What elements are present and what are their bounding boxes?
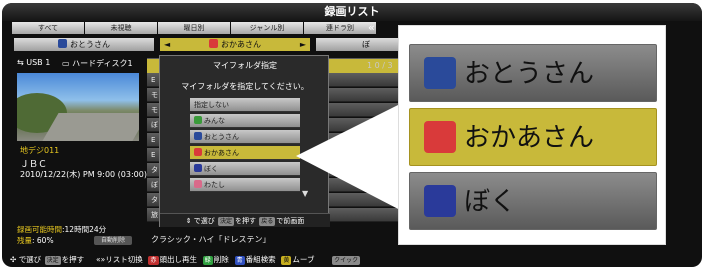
folder-option[interactable]: おとうさん xyxy=(190,130,300,144)
bottom-select: で選び xyxy=(18,255,42,264)
folder-option[interactable]: ぼく xyxy=(190,162,300,176)
green-key: 緑 xyxy=(202,256,213,265)
folder-option[interactable]: おかあさん xyxy=(190,146,300,160)
hint-enter-key: 決定 xyxy=(218,217,235,226)
tab-series[interactable]: 連ドラ別 xyxy=(304,22,376,34)
folder-option-label: わたし xyxy=(204,181,225,189)
zoom-row-label: ぼく xyxy=(464,187,517,217)
folder-current-label: おかあさん xyxy=(221,40,261,49)
mother-icon xyxy=(194,148,202,156)
father-icon xyxy=(58,39,67,48)
zoom-row: おとうさん xyxy=(409,44,657,102)
red-key: 赤 xyxy=(148,256,159,265)
zoom-row: おかあさん xyxy=(409,108,657,166)
my-folder-dialog: マイフォルダ指定 マイフォルダを指定してください。 指定しないみんなおとうさんお… xyxy=(159,55,330,227)
dialog-hint: ⇕ で選び 決定 を押す 戻る で前画面 xyxy=(160,213,330,227)
program-thumbnail xyxy=(17,73,139,141)
folder-option-label: みんな xyxy=(204,117,225,125)
switch-icon: «» xyxy=(96,255,106,264)
zoom-panel: おとうさんおかあさんぼく xyxy=(398,25,666,245)
frame: 録画リスト すべて 未視聴 曜日別 ジャンル別 連ドラ別 « おとうさん ◄ お… xyxy=(0,0,704,270)
zoom-row-label: おとうさん xyxy=(464,59,595,89)
folder-option[interactable]: わたし xyxy=(190,178,300,192)
hint-back-text: で前画面 xyxy=(276,217,305,225)
tab-unwatched[interactable]: 未視聴 xyxy=(85,22,157,34)
father-icon xyxy=(194,132,202,140)
updown-icon: ⇕ xyxy=(185,217,192,225)
hint-enter-text: を押す xyxy=(235,217,257,225)
scroll-down-icon[interactable]: ▼ xyxy=(302,189,308,198)
list-item-classic[interactable]: クラシック・ハイ「ドレステン」 xyxy=(151,234,271,245)
zoom-row: ぼく xyxy=(409,172,657,230)
girl-icon xyxy=(194,180,202,188)
yellow-key: 黄 xyxy=(281,256,292,265)
quick-key: クイック xyxy=(332,256,361,265)
bottom-enter-text: を押す xyxy=(61,255,85,264)
tab-bar: すべて 未視聴 曜日別 ジャンル別 連ドラ別 xyxy=(12,22,377,34)
hdd-label: ▭ ハードディスク1 xyxy=(62,59,133,68)
mother-icon xyxy=(209,39,218,48)
folder-next-icon[interactable]: ► xyxy=(300,38,306,51)
page-indicator: 1 0 / 3 xyxy=(367,61,393,70)
mother-icon xyxy=(424,121,456,153)
channel-label: 地デジ011 xyxy=(20,146,60,155)
tab-genre[interactable]: ジャンル別 xyxy=(231,22,303,34)
yellow-text: ムーブ xyxy=(292,255,315,264)
hint-back-key: 戻る xyxy=(259,217,276,226)
airdate-label: 2010/12/22(木) PM 9:00 (03:00) xyxy=(20,170,147,179)
auto-delete-badge: 自動削除 xyxy=(94,236,132,245)
blue-key: 青 xyxy=(234,256,245,265)
family-icon xyxy=(194,116,202,124)
blue-text: 番組検索 xyxy=(245,255,276,264)
boy-icon xyxy=(424,185,456,217)
dialog-title: マイフォルダ指定 xyxy=(213,61,277,70)
tab-weekday[interactable]: 曜日別 xyxy=(158,22,230,34)
folder-left[interactable]: おとうさん xyxy=(14,38,154,51)
bottom-switch: リスト切換 xyxy=(105,255,143,264)
usb-text: USB 1 xyxy=(26,58,51,67)
hdd-text: ハードディスク1 xyxy=(72,59,133,68)
remaining-percent: 残量: 60% xyxy=(17,235,54,246)
dpad-icon: ✣ xyxy=(10,255,17,264)
bottom-hint-bar: ✣ で選び 決定 を押す «»リスト切換 赤頭出し再生 緑削除 青番組検索 黄ムー… xyxy=(10,255,610,265)
red-text: 頭出し再生 xyxy=(159,255,198,264)
dialog-message: マイフォルダを指定してください。 xyxy=(181,82,309,91)
remaining-pct-value: : 60% xyxy=(32,236,54,245)
remaining-time-label: 録画可能時間 xyxy=(17,225,62,234)
folder-left-label: おとうさん xyxy=(70,40,110,49)
folder-option-label: ぼく xyxy=(204,165,218,173)
zoom-row-label: おかあさん xyxy=(464,123,595,153)
page-title: 録画リスト xyxy=(2,3,702,21)
remaining-time: 録画可能時間:12時間24分 xyxy=(17,224,106,235)
remaining-pct-label: 残量 xyxy=(17,236,32,245)
folder-option-label: 指定しない xyxy=(194,101,229,109)
folder-option[interactable]: 指定しない xyxy=(190,98,300,112)
folder-bar: おとうさん ◄ おかあさん ► ぼ xyxy=(14,38,416,51)
usb-label: ⇆ USB 1 xyxy=(17,58,51,67)
folder-option-label: おとうさん xyxy=(204,133,239,141)
tab-all[interactable]: すべて xyxy=(12,22,84,34)
folder-option[interactable]: みんな xyxy=(190,114,300,128)
hint-nav: で選び xyxy=(193,217,215,225)
father-icon xyxy=(424,57,456,89)
tab-nav-icon[interactable]: « xyxy=(368,21,375,34)
folder-prev-icon[interactable]: ◄ xyxy=(164,38,170,51)
boy-icon xyxy=(194,164,202,172)
bottom-enter-key: 決定 xyxy=(44,256,61,265)
remaining-time-value: :12時間24分 xyxy=(62,225,107,234)
folder-current[interactable]: ◄ おかあさん ► xyxy=(160,38,310,51)
folder-right-label: ぼ xyxy=(362,40,370,49)
green-text: 削除 xyxy=(213,255,229,264)
folder-option-label: おかあさん xyxy=(204,149,239,157)
